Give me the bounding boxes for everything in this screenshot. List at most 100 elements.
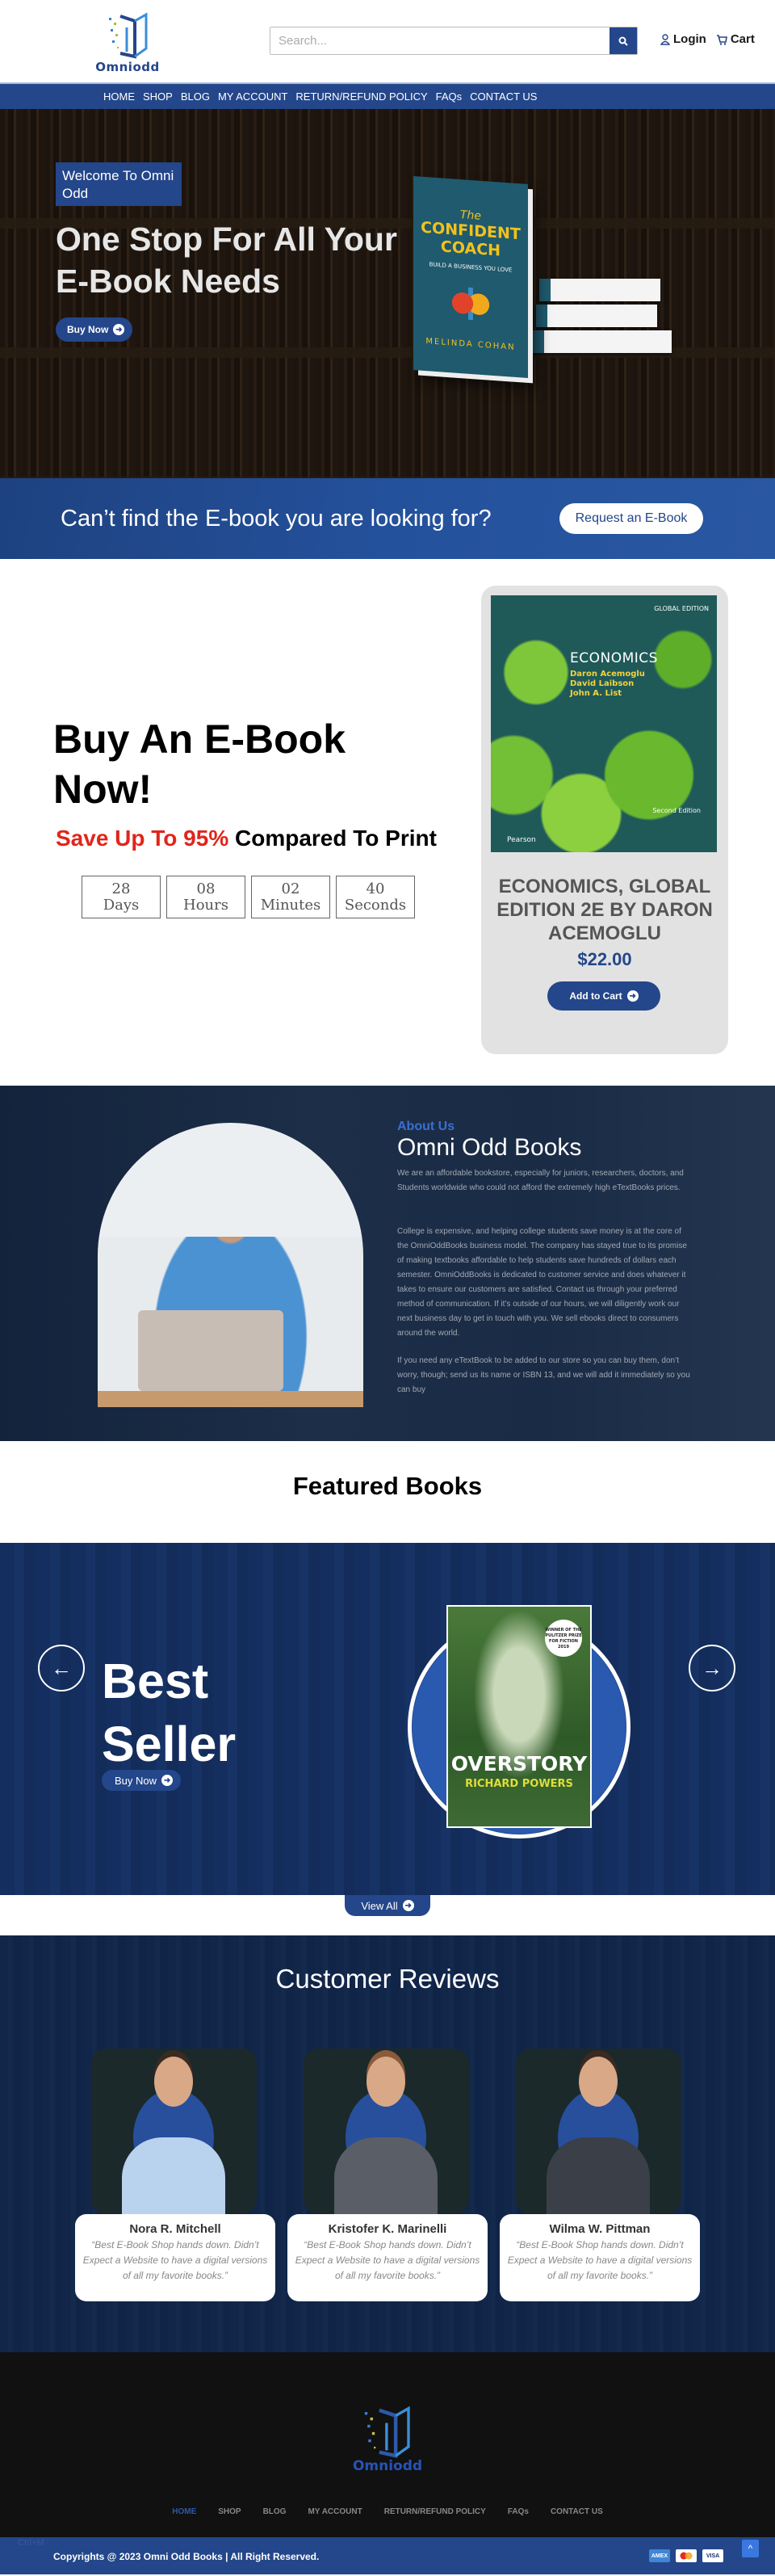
footer-nav-home[interactable]: HOME <box>172 2507 196 2516</box>
cart-label: Cart <box>730 32 755 46</box>
review-quote: “Best E-Book Shop hands down. Didn’t Exp… <box>295 2239 480 2281</box>
reviews-title: Customer Reviews <box>275 1964 500 1994</box>
nav-blog[interactable]: BLOG <box>181 90 210 103</box>
about-paragraph: We are an affordable bookstore, especial… <box>397 1169 684 1192</box>
review-card: Nora R. Mitchell “Best E-Book Shop hands… <box>75 2049 277 2304</box>
reviewer-photo <box>91 2049 257 2214</box>
product-cover-image[interactable]: GLOBAL EDITION ECONOMICS Daron Acemoglu … <box>491 595 717 852</box>
header-actions: Login Cart <box>660 32 755 46</box>
featured-title: Featured Books <box>292 1472 483 1500</box>
countdown-minutes: 02 Minutes <box>251 876 330 918</box>
welcome-badge: Welcome To Omni Odd <box>56 162 182 206</box>
cart-icon <box>716 34 727 45</box>
slide-buy-now-label: Buy Now <box>115 1774 157 1787</box>
nav-shop[interactable]: SHOP <box>143 90 173 103</box>
footer-nav-faqs[interactable]: FAQs <box>508 2507 529 2516</box>
promo-headline: Buy An E-Book Now! <box>53 716 346 812</box>
about-paragraph: College is expensive, and helping colleg… <box>397 1227 687 1338</box>
arrow-left-icon: ← <box>51 1655 72 1680</box>
countdown-value: 28 <box>111 880 131 897</box>
featured-book-title: OVERSTORY <box>450 1752 588 1775</box>
reviewer-photo <box>304 2049 469 2214</box>
search-bar <box>270 27 638 55</box>
cart-link[interactable]: Cart <box>716 32 755 46</box>
countdown-seconds: 40 Seconds <box>336 876 415 918</box>
countdown-value: 08 <box>196 880 216 897</box>
search-input[interactable] <box>270 27 610 54</box>
butterfly-icon <box>450 282 491 326</box>
chevron-up-icon: ^ <box>748 2543 753 2554</box>
savings-rest: Compared To Print <box>235 826 437 851</box>
review-body: Wilma W. Pittman “Best E-Book Shop hands… <box>500 2214 700 2301</box>
reviewer-name: Kristofer K. Marinelli <box>328 2222 447 2236</box>
featured-book-cover[interactable]: WINNER OF THE PULITZER PRIZE FOR FICTION… <box>446 1605 592 1828</box>
slider-prev-button[interactable]: ← <box>38 1645 85 1691</box>
cover-author: Daron Acemoglu <box>570 670 645 679</box>
footer-nav-shop[interactable]: SHOP <box>218 2507 241 2516</box>
review-quote: “Best E-Book Shop hands down. Didn’t Exp… <box>507 2239 693 2281</box>
request-banner-text: Can’t find the E-book you are looking fo… <box>61 505 492 532</box>
countdown-value: 02 <box>281 880 300 897</box>
about-title: Omni Odd Books <box>397 1134 582 1161</box>
footer-nav-my-account[interactable]: MY ACCOUNT <box>308 2507 362 2516</box>
countdown-unit: Days <box>103 897 140 914</box>
countdown-value: 40 <box>366 880 385 897</box>
about-eyebrow: About Us <box>397 1120 455 1133</box>
about-section: About Us Omni Odd Books We are an afford… <box>0 1086 775 1441</box>
scroll-to-top-button[interactable]: ^ <box>742 2540 759 2557</box>
footer-nav-return-refund-policy[interactable]: RETURN/REFUND POLICY <box>384 2507 486 2516</box>
main-nav: HOME SHOP BLOG MY ACCOUNT RETURN/REFUND … <box>0 82 775 109</box>
nav-return-refund-policy[interactable]: RETURN/REFUND POLICY <box>295 90 427 103</box>
footer-nav-contact-us[interactable]: CONTACT US <box>551 2507 603 2516</box>
book-logo-icon <box>109 12 148 59</box>
desk-image <box>98 1391 363 1407</box>
nav-contact-us[interactable]: CONTACT US <box>470 90 537 103</box>
mastercard-icon <box>676 2549 697 2562</box>
keyboard-shortcut-hint: Ctrl+M <box>18 2538 44 2548</box>
user-icon <box>660 33 670 45</box>
nav-my-account[interactable]: MY ACCOUNT <box>218 90 287 103</box>
view-all-label: View All <box>361 1899 398 1912</box>
arrow-right-icon: → <box>702 1655 723 1680</box>
cover-author: David Laibson <box>570 679 635 688</box>
view-all-container: View All ➜ <box>0 1895 775 1935</box>
add-to-cart-button[interactable]: Add to Cart ➜ <box>547 981 660 1011</box>
nav-home[interactable]: HOME <box>103 90 135 103</box>
cover-title: ECONOMICS <box>570 650 658 666</box>
footer-nav: HOME SHOP BLOG MY ACCOUNT RETURN/REFUND … <box>0 2507 775 2537</box>
hero-banner: Welcome To Omni Odd One Stop For All You… <box>0 109 775 478</box>
countdown-unit: Minutes <box>260 897 321 914</box>
countdown-unit: Hours <box>183 897 228 914</box>
savings-text: Save Up To 95% Compared To Print <box>56 826 437 851</box>
login-label: Login <box>673 32 706 46</box>
slide-buy-now-button[interactable]: Buy Now ➜ <box>102 1770 182 1791</box>
request-ebook-banner: Can’t find the E-book you are looking fo… <box>0 478 775 559</box>
login-link[interactable]: Login <box>660 32 706 46</box>
countdown-timer: 28 Days 08 Hours 02 Minutes 40 Seconds <box>82 876 415 918</box>
slider-next-button[interactable]: → <box>689 1645 735 1691</box>
product-title[interactable]: ECONOMICS, GLOBAL EDITION 2E BY DARON AC… <box>492 875 717 945</box>
site-logo[interactable]: Omniodd <box>95 11 160 76</box>
cover-edition-label: GLOBAL EDITION <box>654 605 709 612</box>
copyright-text: Copyrights @ 2023 Omni Odd Books | All R… <box>53 2551 320 2562</box>
arrow-right-icon: ➜ <box>161 1775 174 1786</box>
countdown-hours: 08 Hours <box>166 876 245 918</box>
book-logo-icon <box>364 2406 410 2459</box>
review-body: Kristofer K. Marinelli “Best E-Book Shop… <box>287 2214 488 2301</box>
search-button[interactable] <box>610 27 637 54</box>
review-quote: “Best E-Book Shop hands down. Didn’t Exp… <box>82 2239 268 2281</box>
footer-logo[interactable]: Omniodd <box>347 2405 428 2474</box>
product-card: GLOBAL EDITION ECONOMICS Daron Acemoglu … <box>481 586 728 1054</box>
hero-buy-now-label: Buy Now <box>67 324 109 335</box>
footer-nav-blog[interactable]: BLOG <box>263 2507 287 2516</box>
hero-buy-now-button[interactable]: Buy Now ➜ <box>56 317 133 342</box>
countdown-days: 28 Days <box>82 876 161 918</box>
featured-book-author: RICHARD POWERS <box>465 1778 573 1790</box>
arrow-right-icon: ➜ <box>626 990 639 1002</box>
review-body: Nora R. Mitchell “Best E-Book Shop hands… <box>75 2214 275 2301</box>
request-ebook-button[interactable]: Request an E-Book <box>559 503 703 534</box>
featured-slider: ← → Best Seller Buy Now ➜ WINNER OF THE … <box>0 1543 775 1895</box>
view-all-button[interactable]: View All ➜ <box>345 1895 430 1916</box>
reviewer-name: Nora R. Mitchell <box>129 2222 221 2236</box>
nav-faqs[interactable]: FAQs <box>436 90 463 103</box>
